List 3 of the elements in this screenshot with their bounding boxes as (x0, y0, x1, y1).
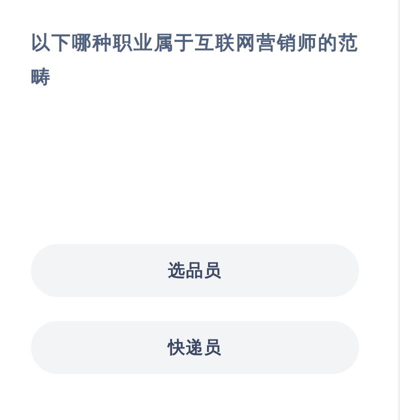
question-text: 以下哪种职业属于互联网营销师的范畴 (31, 31, 360, 90)
answer-option[interactable]: 快递员 (31, 321, 359, 374)
answer-option[interactable]: 选品员 (31, 244, 359, 297)
